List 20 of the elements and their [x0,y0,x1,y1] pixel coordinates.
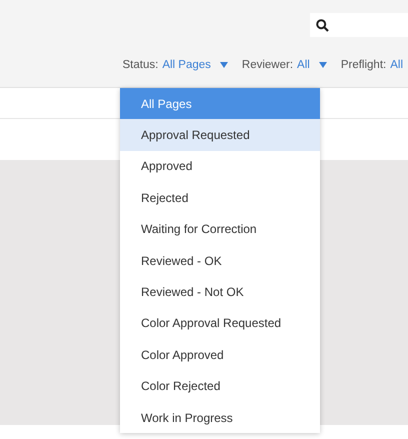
menu-item[interactable]: Waiting for Correction [120,214,320,245]
menu-item[interactable]: Color Rejected [120,370,320,402]
menu-item[interactable]: Color Approval Requested [120,308,320,340]
filter-dropdown[interactable]: All [297,59,310,71]
filter-label: Reviewer: [242,59,294,71]
filter-label: Preflight: [340,59,386,71]
menu-item[interactable]: Approval Requested [120,119,320,151]
menu-item[interactable]: Color Approved [120,339,320,371]
filter-dropdown[interactable]: All [390,59,403,71]
caret-icon[interactable] [318,62,327,68]
filter-label: Status: [122,59,158,71]
menu-item[interactable]: Work in Progress [120,402,320,434]
menu-item[interactable]: Rejected [120,182,320,214]
search-field[interactable] [310,13,408,37]
menu-item[interactable]: Reviewed - Not OK [120,276,320,308]
menu-item[interactable]: Reviewed - OK [120,244,320,276]
search-icon [316,18,329,32]
caret-icon[interactable] [220,62,228,68]
menu-item[interactable]: Approved [120,150,320,182]
filter-dropdown[interactable]: All Pages [162,59,211,71]
